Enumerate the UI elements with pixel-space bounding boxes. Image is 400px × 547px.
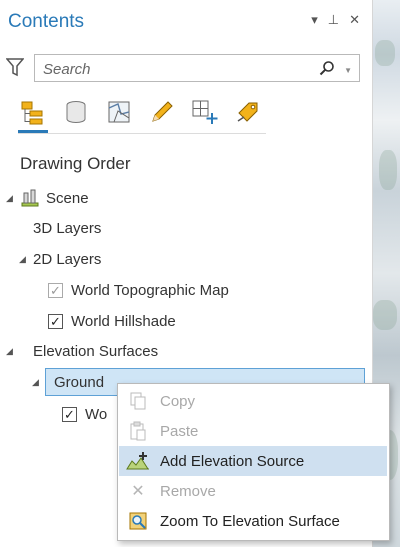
tree-item-ground[interactable]: ◢ Ground	[32, 370, 104, 394]
menu-item-add-elevation-source[interactable]: Add Elevation Source	[119, 446, 387, 476]
search-box: ▼	[34, 54, 360, 82]
pane-window-controls: ▾ ⊥ ✕	[311, 12, 360, 28]
menu-item-label: Paste	[160, 422, 199, 440]
map-texture	[373, 300, 397, 330]
contents-view-toolbar	[18, 92, 263, 133]
tree-item-scene[interactable]: ◢ Scene	[6, 186, 89, 210]
tree-item-label: Ground	[54, 373, 105, 391]
add-elevation-source-icon	[125, 451, 151, 471]
context-menu: Copy Paste Add Elevation Source ✕ Remove	[117, 383, 390, 541]
tree-item-label: Scene	[46, 189, 89, 207]
list-by-editing-icon[interactable]	[147, 97, 177, 127]
visibility-checkbox[interactable]: ✓	[48, 313, 63, 329]
drawing-order-heading: Drawing Order	[20, 154, 131, 173]
tree-item-label: World Topographic Map	[71, 281, 229, 299]
menu-item-paste[interactable]: Paste	[119, 416, 387, 446]
tree-item-elevation-source[interactable]: ✓ Wo	[62, 402, 107, 426]
remove-icon: ✕	[131, 483, 145, 500]
filter-icon[interactable]	[6, 57, 24, 77]
tree-item-world-hillshade[interactable]: ✓ World Hillshade	[48, 309, 176, 333]
search-options-chevron-icon[interactable]: ▼	[344, 66, 352, 75]
close-pane-icon[interactable]: ✕	[349, 12, 360, 28]
tree-item-label: 3D Layers	[33, 219, 102, 237]
tree-item-2d-layers[interactable]: ◢ 2D Layers	[19, 247, 101, 271]
paste-icon	[125, 421, 151, 441]
menu-item-copy[interactable]: Copy	[119, 386, 387, 416]
tree-item-label: 2D Layers	[33, 250, 102, 268]
pane-options-menu-icon[interactable]: ▾	[311, 12, 318, 28]
zoom-to-icon	[125, 511, 151, 531]
visibility-checkbox[interactable]: ✓	[62, 406, 77, 422]
list-by-labeling-icon[interactable]	[233, 97, 263, 127]
tree-item-label: Elevation Surfaces	[33, 342, 159, 360]
menu-item-label: Zoom To Elevation Surface	[160, 512, 340, 530]
toolbar-divider	[18, 133, 266, 134]
visibility-checkbox[interactable]: ✓	[48, 282, 63, 298]
scene-icon	[21, 189, 39, 207]
pane-title: Contents	[8, 11, 85, 32]
map-texture	[379, 150, 397, 190]
list-by-data-source-icon[interactable]	[61, 97, 91, 127]
collapse-triangle-icon[interactable]: ◢	[32, 377, 44, 388]
list-by-selection-icon[interactable]	[104, 97, 134, 127]
tree-item-elevation-surfaces[interactable]: ◢ Elevation Surfaces	[6, 339, 158, 363]
auto-hide-pin-icon[interactable]: ⊥	[328, 12, 339, 28]
collapse-triangle-icon[interactable]: ◢	[6, 346, 18, 357]
collapse-triangle-icon[interactable]: ◢	[6, 193, 18, 204]
menu-item-remove[interactable]: ✕ Remove	[119, 476, 387, 506]
list-by-drawing-order-icon[interactable]	[18, 96, 48, 133]
menu-item-label: Remove	[160, 482, 216, 500]
menu-item-zoom-to-elevation-surface[interactable]: Zoom To Elevation Surface	[119, 506, 387, 536]
copy-icon	[125, 391, 151, 411]
menu-item-label: Add Elevation Source	[160, 452, 305, 470]
map-texture	[375, 40, 395, 66]
tree-item-label: World Hillshade	[71, 312, 176, 330]
search-icon[interactable]	[319, 60, 335, 76]
tree-item-label: Wo	[85, 405, 108, 423]
collapse-triangle-icon[interactable]: ◢	[19, 254, 31, 265]
menu-item-label: Copy	[160, 392, 196, 410]
list-by-snapping-icon[interactable]	[190, 97, 220, 127]
tree-item-3d-layers[interactable]: 3D Layers	[33, 216, 101, 240]
tree-item-world-topographic-map[interactable]: ✓ World Topographic Map	[48, 278, 229, 302]
search-input[interactable]	[41, 56, 315, 82]
